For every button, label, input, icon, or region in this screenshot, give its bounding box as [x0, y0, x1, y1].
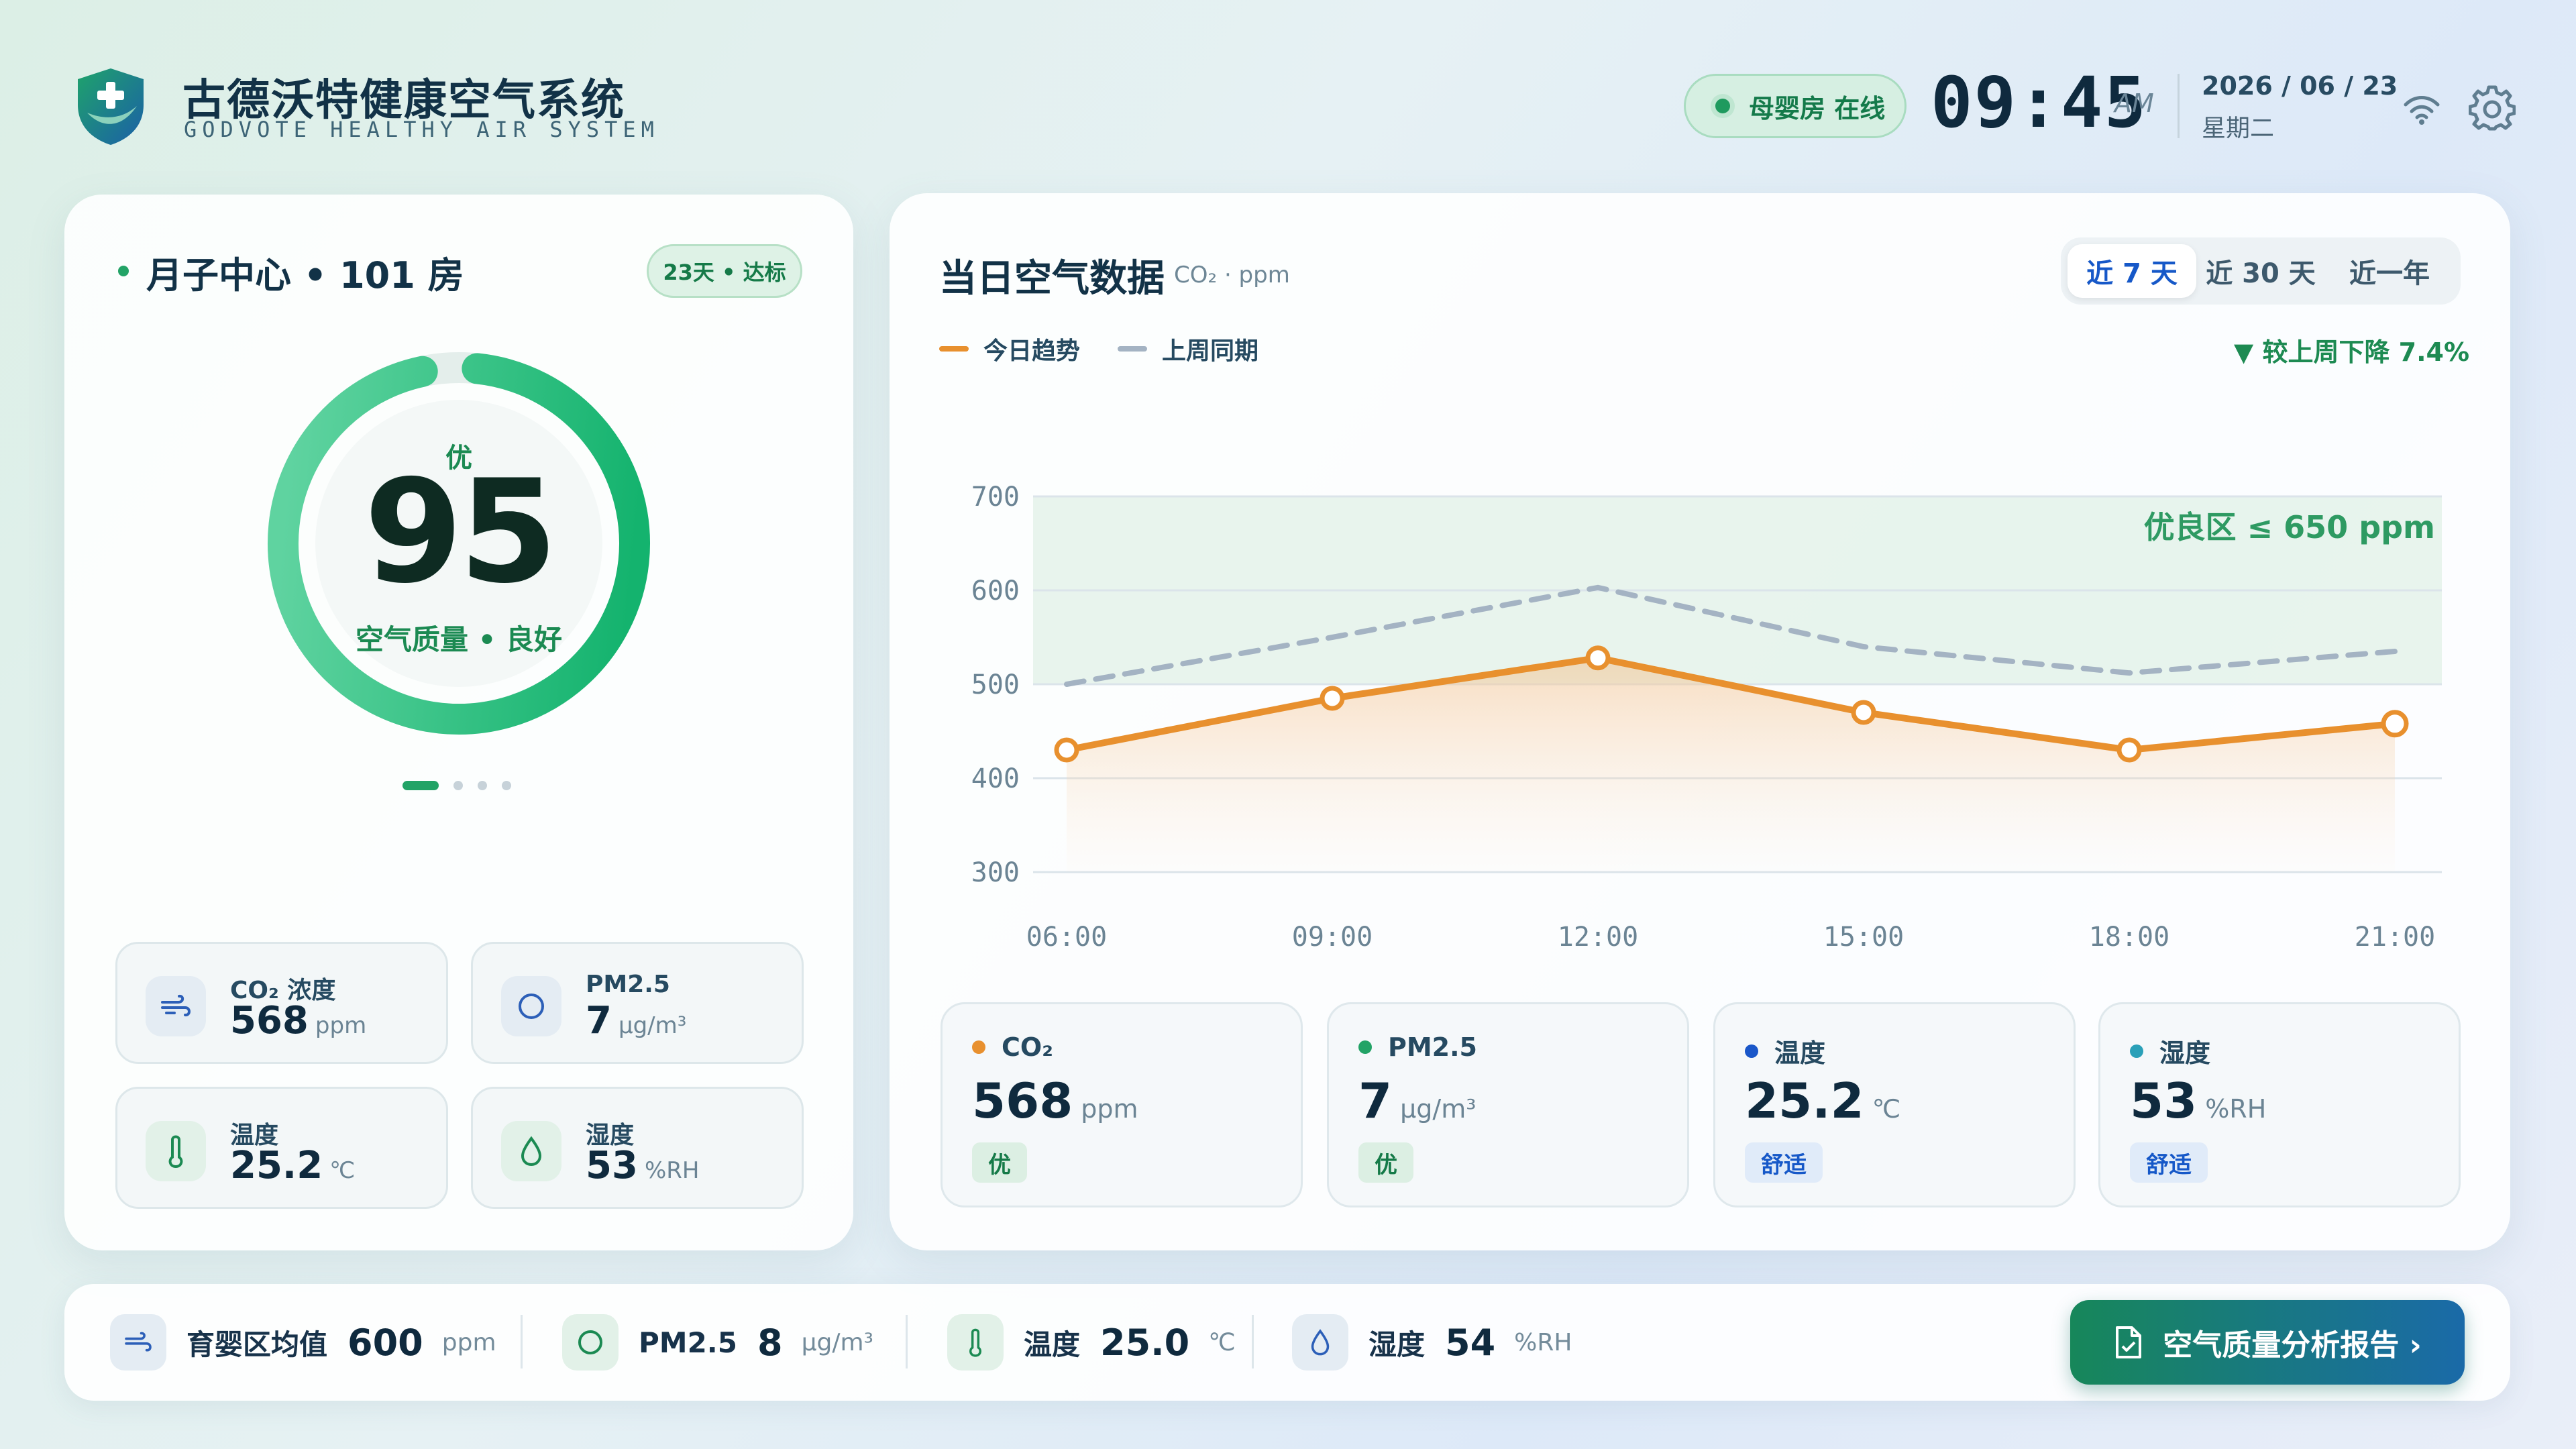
- summary-temperature: 温度 25.0 ℃: [947, 1312, 1236, 1373]
- x-tick-label: 21:00: [2355, 922, 2435, 953]
- y-tick-label: 400: [971, 763, 1020, 794]
- y-tick-label: 500: [971, 669, 1020, 700]
- metric-value: 7 μg/m³: [586, 999, 687, 1042]
- data-point-today: [1585, 645, 1611, 671]
- report-button-label: 空气质量分析报告 ›: [2163, 1328, 2422, 1362]
- document-icon: [2116, 1326, 2142, 1358]
- summary-humidity: 湿度 54 %RH: [1292, 1312, 1572, 1373]
- stat-card-humidity: 湿度 53 %RH 舒适: [2098, 1002, 2461, 1208]
- gear-icon[interactable]: [2469, 85, 2516, 131]
- stat-card-pm25: PM2.5 7 μg/m³ 优: [1327, 1002, 1689, 1208]
- stat-tag: 优: [972, 1142, 1027, 1183]
- header-divider: [2178, 74, 2180, 138]
- room-title: 月子中心 • 101 房: [146, 254, 464, 297]
- shield-plus-logo: [78, 68, 144, 145]
- wifi-icon[interactable]: [2402, 93, 2442, 126]
- stat-tag: 舒适: [1745, 1142, 1823, 1183]
- metric-pm25: PM2.5 7 μg/m³: [471, 942, 804, 1064]
- x-tick-label: 15:00: [1823, 922, 1904, 953]
- stat-card-temperature: 温度 25.2 ℃ 舒适: [1713, 1002, 2076, 1208]
- room-online-status[interactable]: 母婴房 在线: [1684, 74, 1907, 138]
- thermometer-icon: [947, 1314, 1004, 1371]
- x-tick-label: 12:00: [1558, 922, 1638, 953]
- metric-temperature: 温度 25.2 ℃: [115, 1087, 448, 1209]
- stat-header: PM2.5: [1358, 1032, 1477, 1062]
- stat-value: 53 %RH: [2130, 1073, 2267, 1129]
- data-point-today: [1054, 737, 1079, 763]
- aqi-score: 95: [364, 449, 557, 614]
- online-status-text: 母婴房 在线: [1749, 93, 1886, 123]
- panel-subtitle: CO₂ · ppm: [1174, 262, 1290, 288]
- stat-value: 7 μg/m³: [1358, 1073, 1477, 1129]
- weekday-text: 星期二: [2202, 115, 2275, 142]
- data-point-today: [2116, 737, 2142, 763]
- metric-value: 568 ppm: [230, 999, 367, 1042]
- brand-subtitle: GODVOTE HEALTHY AIR SYSTEM: [184, 117, 659, 142]
- date-text: 2026 / 06 / 23: [2202, 71, 2398, 101]
- legend-today[interactable]: 今日趋势: [939, 331, 1080, 366]
- stat-tag: 优: [1358, 1142, 1413, 1183]
- metric-co2: CO₂ 浓度 568 ppm: [115, 942, 448, 1064]
- x-tick-label: 18:00: [2089, 922, 2169, 953]
- summary-co2: 育婴区均值 600 ppm: [110, 1312, 496, 1373]
- droplet-icon: [1292, 1314, 1348, 1371]
- stat-value: 568 ppm: [972, 1073, 1138, 1129]
- stat-header: CO₂: [972, 1032, 1053, 1062]
- aqi-quality-text: 空气质量 • 良好: [355, 623, 563, 656]
- range-tabs: 近 7 天 近 30 天 近一年: [2061, 237, 2461, 305]
- page-indicator[interactable]: [402, 781, 511, 790]
- stat-card-co2: CO₂ 568 ppm 优: [941, 1002, 1303, 1208]
- metric-humidity: 湿度 53 %RH: [471, 1087, 804, 1209]
- good-zone-label: 优良区 ≤ 650 ppm: [2144, 509, 2435, 545]
- y-tick-label: 700: [971, 482, 1020, 513]
- today-area: [1067, 657, 2395, 872]
- online-indicator: [1715, 99, 1730, 113]
- stat-header: 湿度: [2130, 1032, 2210, 1069]
- droplet-icon: [501, 1121, 561, 1181]
- page-dot[interactable]: [502, 781, 511, 790]
- co2-line-chart: 300 400 500 600 700 优良区 ≤ 650 ppm 06:00 09:00 12…: [971, 482, 2442, 953]
- stat-value: 25.2 ℃: [1745, 1073, 1901, 1129]
- tab-7-days[interactable]: 近 7 天: [2068, 244, 2196, 298]
- tab-1-year[interactable]: 近一年: [2325, 244, 2454, 298]
- wind-icon: [110, 1314, 166, 1371]
- circle-icon: [562, 1314, 619, 1371]
- summary-divider: [521, 1315, 523, 1368]
- metric-label: PM2.5: [586, 971, 670, 998]
- room-status-dot: [118, 266, 129, 276]
- y-tick-label: 600: [971, 576, 1020, 606]
- data-point-today: [1851, 700, 1876, 725]
- stat-header: 温度: [1745, 1032, 1825, 1069]
- legend-last-week[interactable]: 上周同期: [1118, 331, 1258, 366]
- page-dot[interactable]: [453, 781, 463, 790]
- data-point-today: [1320, 686, 1345, 711]
- summary-divider: [1252, 1315, 1254, 1368]
- thermometer-icon: [146, 1121, 206, 1181]
- chart-legend: 今日趋势 上周同期: [939, 331, 1296, 366]
- metric-value: 53 %RH: [586, 1144, 700, 1187]
- clock-ampm: AM: [2114, 89, 2154, 118]
- stat-tag: 舒适: [2130, 1142, 2208, 1183]
- summary-pm25: PM2.5 8 μg/m³: [562, 1312, 873, 1373]
- trend-indicator: ▼ 较上周下降 7.4%: [2234, 337, 2470, 367]
- panel-title: 当日空气数据: [939, 257, 1165, 301]
- wind-icon: [146, 976, 206, 1036]
- page-dot[interactable]: [478, 781, 487, 790]
- y-tick-label: 300: [971, 857, 1020, 888]
- page-dot[interactable]: [402, 781, 439, 790]
- analysis-report-button[interactable]: 空气质量分析报告 ›: [2070, 1300, 2465, 1385]
- data-point-today: [2381, 710, 2409, 738]
- metric-value: 25.2 ℃: [230, 1144, 356, 1187]
- x-tick-label: 06:00: [1026, 922, 1107, 953]
- summary-divider: [906, 1315, 908, 1368]
- tab-30-days[interactable]: 近 30 天: [2196, 244, 2325, 298]
- x-tick-label: 09:00: [1292, 922, 1373, 953]
- circle-icon: [501, 976, 561, 1036]
- days-compliant-badge: 23天 • 达标: [647, 244, 802, 298]
